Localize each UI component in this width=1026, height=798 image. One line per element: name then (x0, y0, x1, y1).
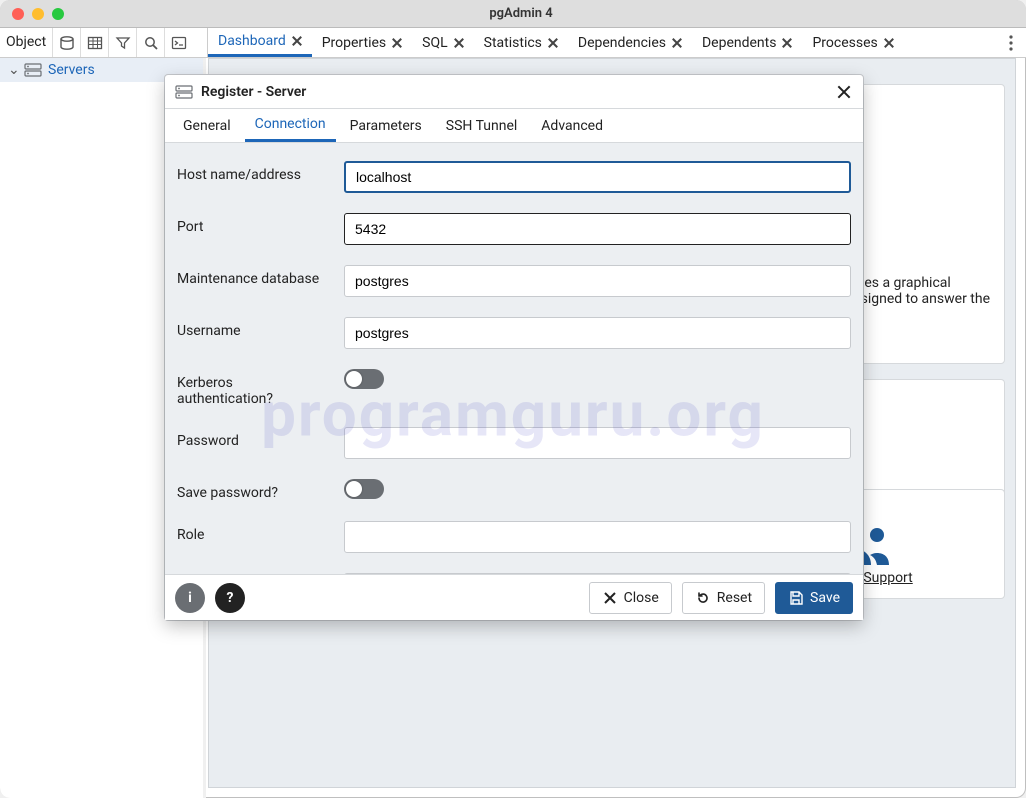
main-tabs: Dashboard Properties SQL Statistics Depe… (208, 28, 1026, 58)
app-window: pgAdmin 4 Object Dashboard Properties SQ… (0, 0, 1026, 798)
close-tab-icon[interactable] (454, 38, 464, 48)
tab-sql[interactable]: SQL (412, 28, 473, 57)
reset-button-label: Reset (717, 590, 752, 606)
tab-properties[interactable]: Properties (312, 28, 412, 57)
password-input[interactable] (344, 427, 851, 459)
tree-root-label: Servers (48, 62, 95, 78)
row-maintdb: Maintenance database (177, 255, 851, 307)
tab-label: Dependents (702, 35, 776, 51)
save-button-label: Save (810, 590, 840, 606)
savepwd-toggle[interactable] (344, 479, 384, 499)
tab-label: Properties (322, 35, 386, 51)
more-menu-icon[interactable] (996, 28, 1026, 57)
label-password: Password (177, 427, 332, 449)
close-tab-icon[interactable] (782, 38, 792, 48)
register-server-dialog: Register - Server General Connection Par… (165, 75, 863, 620)
search-icon[interactable] (136, 28, 164, 57)
window-controls (0, 8, 64, 20)
tab-label: Statistics (484, 35, 542, 51)
tab-label: SQL (422, 35, 447, 51)
reset-icon (695, 590, 711, 606)
dialog-title: Register - Server (201, 84, 306, 100)
tab-dependencies[interactable]: Dependencies (568, 28, 692, 57)
object-explorer-toolbar: Object (0, 28, 208, 58)
row-kerberos: Kerberos authentication? (177, 359, 851, 417)
maintdb-input[interactable] (344, 265, 851, 297)
view-data-icon[interactable] (80, 28, 108, 57)
tab-dashboard[interactable]: Dashboard (208, 28, 312, 57)
minimize-window-icon[interactable] (32, 8, 44, 20)
dialog-footer: i ? Close Reset Save (165, 574, 863, 620)
psql-tool-icon[interactable] (164, 28, 192, 57)
zoom-window-icon[interactable] (52, 8, 64, 20)
label-role: Role (177, 521, 332, 543)
dlg-tab-connection[interactable]: Connection (245, 109, 336, 142)
server-group-icon (24, 63, 42, 77)
tab-label: Dashboard (218, 33, 286, 49)
dlg-tab-parameters[interactable]: Parameters (340, 109, 432, 142)
label-savepwd: Save password? (177, 479, 332, 501)
tab-processes[interactable]: Processes (802, 28, 903, 57)
close-tab-icon[interactable] (392, 38, 402, 48)
row-username: Username (177, 307, 851, 359)
role-input[interactable] (344, 521, 851, 553)
info-icon[interactable]: i (175, 583, 205, 613)
dialog-tabs: General Connection Parameters SSH Tunnel… (165, 109, 863, 143)
row-service: Service (177, 563, 851, 574)
dlg-tab-ssh-tunnel[interactable]: SSH Tunnel (436, 109, 528, 142)
close-window-icon[interactable] (12, 8, 24, 20)
username-input[interactable] (344, 317, 851, 349)
dlg-tab-general[interactable]: General (173, 109, 241, 142)
row-role: Role (177, 511, 851, 563)
tab-label: Dependencies (578, 35, 666, 51)
dlg-tab-advanced[interactable]: Advanced (531, 109, 613, 142)
object-explorer-label: Object (0, 28, 52, 57)
close-tab-icon[interactable] (548, 38, 558, 48)
close-tab-icon[interactable] (672, 38, 682, 48)
label-username: Username (177, 317, 332, 339)
query-tool-icon[interactable] (52, 28, 80, 57)
tab-statistics[interactable]: Statistics (474, 28, 568, 57)
x-icon (602, 590, 618, 606)
row-host: Host name/address (177, 151, 851, 203)
close-tab-icon[interactable] (292, 36, 302, 46)
label-kerberos: Kerberos authentication? (177, 369, 332, 407)
close-tab-icon[interactable] (884, 38, 894, 48)
tab-dependents[interactable]: Dependents (692, 28, 802, 57)
save-icon (788, 590, 804, 606)
reset-button[interactable]: Reset (682, 582, 765, 614)
host-input[interactable] (344, 161, 851, 193)
label-host: Host name/address (177, 161, 332, 183)
close-icon[interactable] (835, 83, 853, 101)
row-password: Password (177, 417, 851, 469)
row-savepwd: Save password? (177, 469, 851, 511)
server-icon (175, 85, 193, 99)
filter-icon[interactable] (108, 28, 136, 57)
tab-label: Processes (812, 35, 877, 51)
save-button[interactable]: Save (775, 582, 853, 614)
welcome-text-2: designed to answer the (845, 291, 990, 307)
label-port: Port (177, 213, 332, 235)
window-title: pgAdmin 4 (64, 6, 1026, 21)
help-icon[interactable]: ? (215, 583, 245, 613)
label-maintdb: Maintenance database (177, 265, 332, 287)
dialog-header: Register - Server (165, 75, 863, 109)
kerberos-toggle[interactable] (344, 369, 384, 389)
dialog-body: Host name/address Port Maintenance datab… (165, 143, 863, 574)
close-button-label: Close (624, 590, 659, 606)
chevron-down-icon[interactable]: ⌄ (8, 62, 18, 78)
titlebar: pgAdmin 4 (0, 0, 1026, 28)
close-button[interactable]: Close (589, 582, 672, 614)
port-input[interactable] (344, 213, 851, 245)
row-port: Port (177, 203, 851, 255)
